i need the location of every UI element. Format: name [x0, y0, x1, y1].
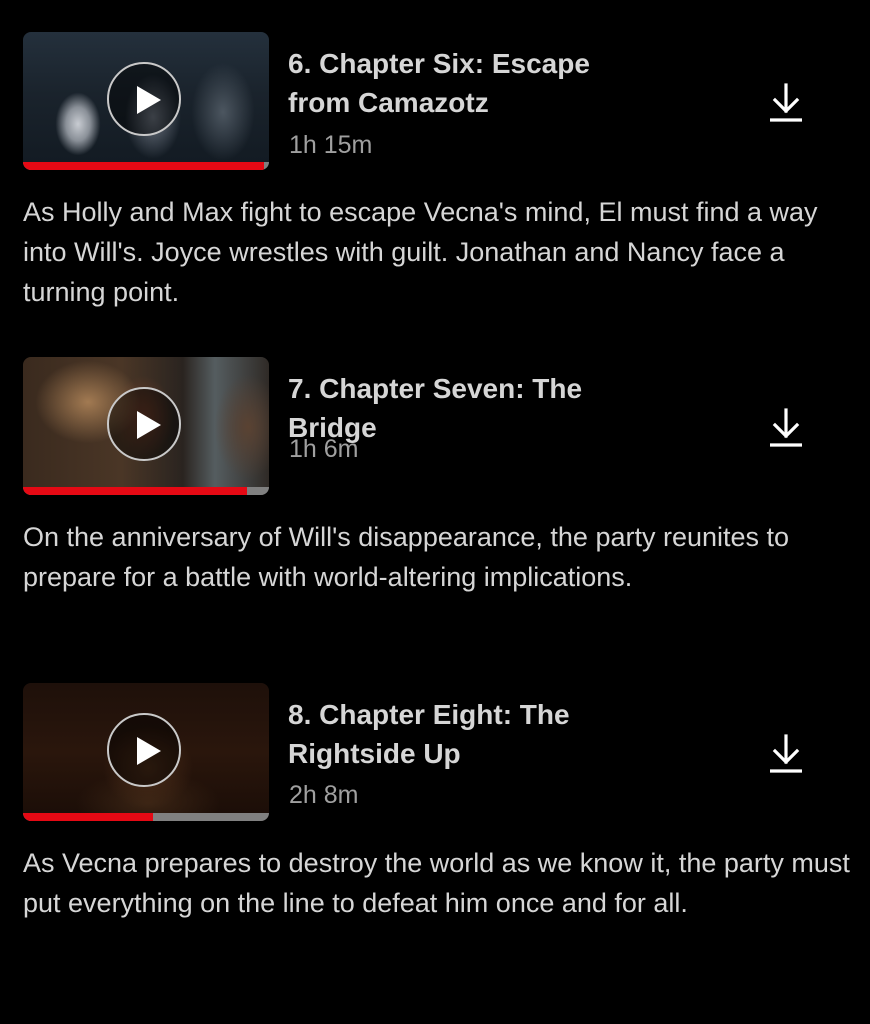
watch-progress-bar	[23, 813, 269, 821]
episode-description: As Vecna prepares to destroy the world a…	[23, 848, 850, 918]
episode-title[interactable]: 8. Chapter Eight: The Rightside Up	[288, 695, 648, 773]
play-button[interactable]	[107, 62, 181, 136]
episode-duration: 1h 15m	[289, 131, 373, 159]
play-button[interactable]	[107, 713, 181, 787]
episode-description: As Holly and Max fight to escape Vecna's…	[23, 197, 818, 307]
episode-list: 6. Chapter Six: Escape from Camazotz 1h 1…	[0, 0, 870, 1024]
episode-title-line-1: 8. Chapter Eight: The	[288, 699, 570, 730]
episode-title[interactable]: 6. Chapter Six: Escape from Camazotz	[288, 44, 648, 122]
play-icon	[137, 411, 161, 439]
episode-thumbnail[interactable]	[23, 32, 269, 170]
download-icon	[770, 408, 802, 447]
watch-progress-fill	[23, 487, 247, 495]
watch-progress-fill	[23, 813, 154, 821]
episode-title-line-1: 7. Chapter Seven: The Bridge	[288, 373, 583, 443]
play-button[interactable]	[107, 387, 181, 461]
watch-progress-fill	[23, 162, 265, 170]
download-button[interactable]	[766, 733, 806, 775]
episode-thumbnail[interactable]	[23, 357, 269, 495]
download-icon	[770, 734, 802, 773]
episode-duration: 2h 8m	[289, 781, 359, 809]
download-icon	[770, 83, 802, 122]
episode-title-line-1: 6. Chapter Six: Escape	[288, 48, 590, 79]
watch-progress-bar	[23, 487, 269, 495]
watch-progress-bar	[23, 162, 269, 170]
play-icon	[137, 737, 161, 765]
episode-duration: 1h 6m	[289, 435, 359, 463]
download-button[interactable]	[766, 407, 806, 449]
episode-title-line-2: from Camazotz	[288, 87, 489, 118]
episode-title-line-2: Rightside Up	[288, 738, 461, 769]
episode-thumbnail[interactable]	[23, 683, 269, 821]
download-button[interactable]	[766, 82, 806, 124]
episode-description: On the anniversary of Will's disappearan…	[23, 522, 790, 592]
play-icon	[137, 86, 161, 114]
